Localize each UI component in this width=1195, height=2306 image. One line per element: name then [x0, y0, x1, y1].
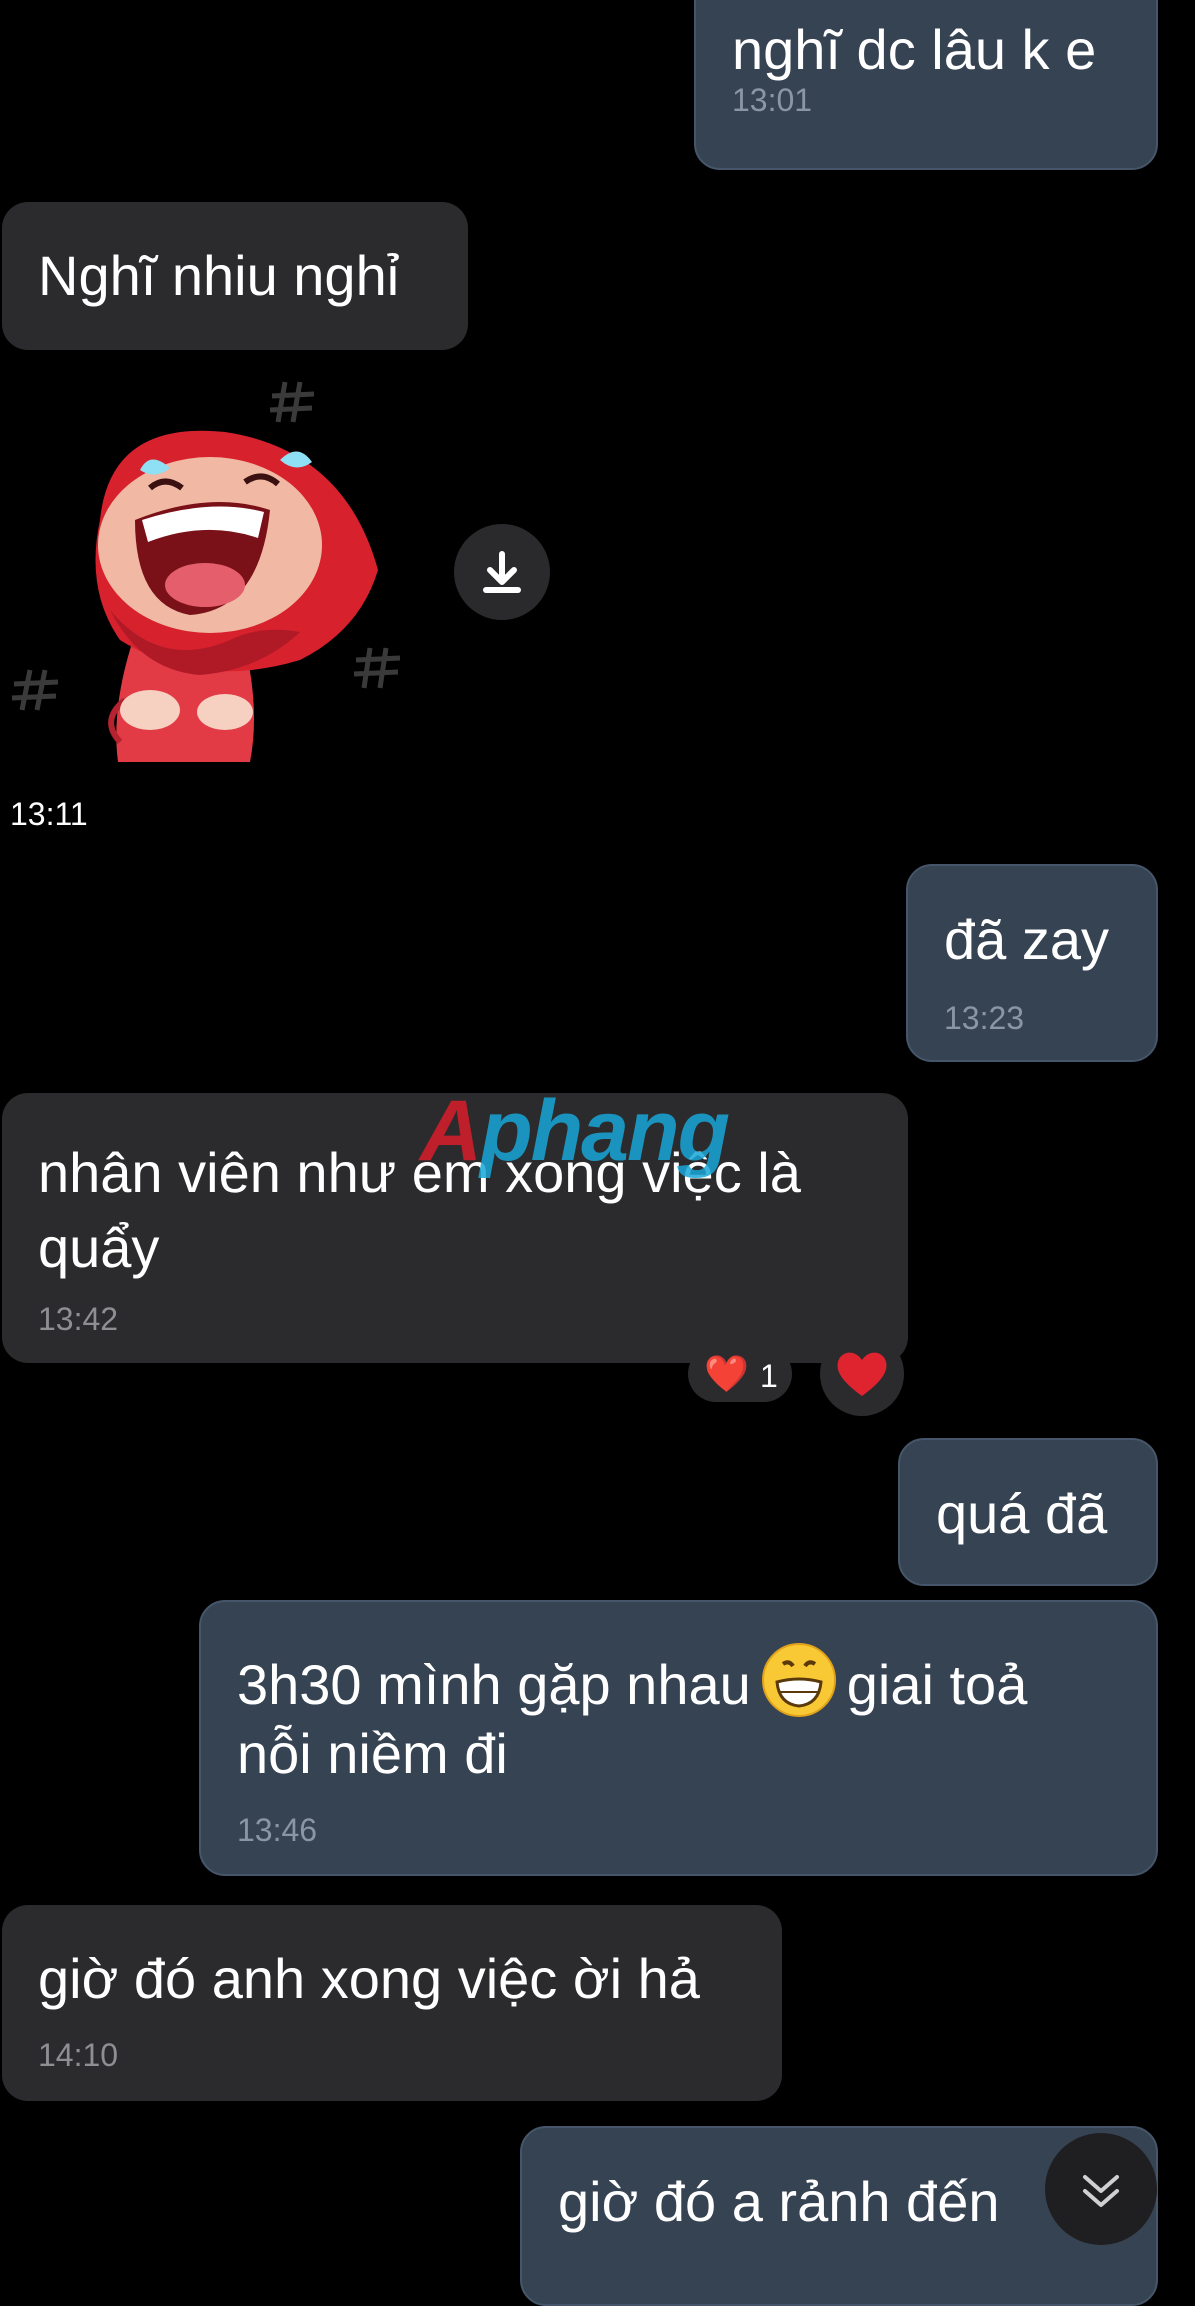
message-text: quá đã: [936, 1482, 1108, 1545]
message-time: 13:01: [732, 82, 813, 118]
message-time: 13:46: [237, 1812, 318, 1848]
message-bubble-outgoing[interactable]: nghĩ dc lâu k e 13:01: [694, 0, 1158, 170]
message-text-line2: nỗi niềm đi: [237, 1722, 508, 1785]
message-text-part: 3h30 mình gặp nhau: [237, 1653, 751, 1716]
message-text-line1: nhân viên như em xong việc là: [38, 1141, 801, 1204]
message-text: giờ đó anh xong việc ời hả: [38, 1947, 700, 2010]
heart-reaction-emoji: ❤️: [704, 1353, 749, 1394]
message-time: 13:42: [38, 1301, 119, 1337]
heart-icon: [837, 1352, 887, 1396]
laughing-girl-sticker-icon: [11, 381, 401, 762]
reaction-count: 1: [760, 1358, 778, 1394]
message-text-line1: 3h30 mình gặp nhau giai toả: [237, 1642, 1027, 1722]
reaction-chip[interactable]: ❤️ 1: [688, 1346, 792, 1402]
message-bubble-incoming[interactable]: Nghĩ nhiu nghỉ: [2, 202, 468, 350]
scroll-to-bottom-button[interactable]: [1045, 2133, 1157, 2245]
message-bubble-outgoing[interactable]: 3h30 mình gặp nhau giai toả nỗi niềm đi …: [199, 1600, 1158, 1876]
react-heart-button[interactable]: [820, 1332, 904, 1416]
message-text-part: giai toả: [846, 1653, 1028, 1716]
chevron-double-down-icon: [1083, 2175, 1119, 2207]
message-bubble-incoming[interactable]: nhân viên như em xong việc là quẩy 13:42: [2, 1093, 908, 1363]
message-text: giờ đó a rảnh đến: [558, 2170, 1000, 2233]
download-button[interactable]: [454, 524, 550, 620]
message-bubble-outgoing[interactable]: quá đã: [898, 1438, 1158, 1586]
grinning-face-emoji-icon: [761, 1643, 836, 1717]
message-time: 14:10: [38, 2037, 119, 2073]
message-text: Nghĩ nhiu nghỉ: [38, 244, 400, 307]
message-text: đã zay: [944, 908, 1109, 971]
message-text-line2: quẩy: [38, 1216, 160, 1279]
message-bubble-outgoing[interactable]: đã zay 13:23: [906, 864, 1158, 1062]
message-bubble-incoming[interactable]: giờ đó anh xong việc ời hả 14:10: [2, 1905, 782, 2101]
message-text: nghĩ dc lâu k e: [732, 18, 1097, 81]
sticker-time: 13:11: [10, 796, 88, 832]
sticker-message[interactable]: 13:11: [0, 370, 420, 832]
download-icon: [483, 551, 521, 593]
message-time: 13:23: [944, 1000, 1025, 1036]
